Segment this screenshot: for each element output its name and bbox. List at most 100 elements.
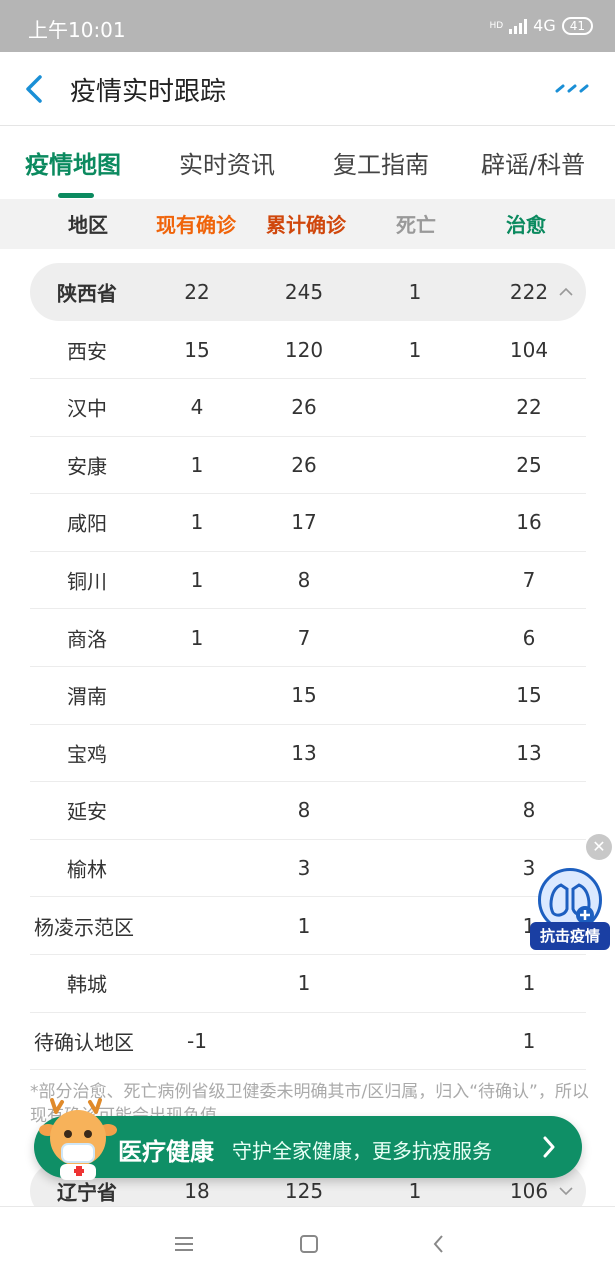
city-total: 26 <box>291 395 317 420</box>
tab-epidemic-map[interactable]: 疫情地图 <box>25 145 121 180</box>
header-death: 死亡 <box>396 213 436 237</box>
city-name: 西安 <box>67 339 107 363</box>
tab-realtime-news[interactable]: 实时资讯 <box>179 145 275 180</box>
table-row: 渭南 15 15 <box>30 667 586 725</box>
page-title: 疫情实时跟踪 <box>70 77 227 107</box>
signal-icon <box>509 18 528 34</box>
city-total: 17 <box>291 510 317 535</box>
header-total: 累计确诊 <box>266 213 346 237</box>
tab-active-indicator <box>58 193 94 198</box>
city-current: 1 <box>190 510 204 535</box>
table-row: 宝鸡 13 13 <box>30 724 586 783</box>
province-cured: 222 <box>509 280 549 304</box>
city-cured: 25 <box>516 452 542 477</box>
city-name: 汉中 <box>67 396 107 421</box>
province-total: 245 <box>284 280 324 304</box>
province-death: 1 <box>408 280 422 304</box>
table-row: 铜川 1 8 7 <box>30 551 586 610</box>
badge-label: 抗击疫情 <box>530 922 610 950</box>
city-cured: 104 <box>509 337 549 362</box>
province-current: 18 <box>184 1179 210 1203</box>
fight-epidemic-badge[interactable]: 抗击疫情 <box>530 868 610 952</box>
city-cured: 22 <box>516 395 542 420</box>
city-current: -1 <box>187 1028 207 1053</box>
more-icon[interactable] <box>555 82 591 94</box>
title-bar: 疫情实时跟踪 <box>0 52 615 126</box>
deer-mascot-icon <box>39 1098 117 1180</box>
city-current: 4 <box>190 395 204 420</box>
city-cured: 1 <box>522 971 536 996</box>
province-name: 陕西省 <box>57 281 117 306</box>
table-row: 西安 15 120 1 104 <box>30 321 586 379</box>
home-icon[interactable] <box>296 1231 322 1257</box>
table-row: 韩城 1 1 <box>30 955 586 1013</box>
city-cured: 6 <box>522 625 536 650</box>
city-total: 1 <box>297 913 311 938</box>
city-name: 榆林 <box>67 857 107 882</box>
city-current: 1 <box>190 625 204 650</box>
city-name: 杨凌示范区 <box>34 915 134 939</box>
city-name: 安康 <box>67 454 107 479</box>
table-row: 安康 1 26 25 <box>30 436 586 495</box>
header-current: 现有确诊 <box>156 213 236 237</box>
city-current: 15 <box>184 337 210 362</box>
city-name: 渭南 <box>67 684 107 709</box>
city-total: 13 <box>291 740 317 765</box>
back-icon[interactable] <box>426 1231 452 1257</box>
status-right: HD 4G 41 <box>489 16 593 35</box>
province-cured: 106 <box>509 1179 549 1203</box>
chevron-up-icon[interactable] <box>558 287 574 297</box>
city-name: 商洛 <box>67 627 107 651</box>
city-cured: 16 <box>516 510 542 535</box>
close-icon[interactable]: ✕ <box>586 834 612 860</box>
city-name: 延安 <box>67 799 107 824</box>
table-row: 待确认地区 -1 1 <box>30 1012 586 1071</box>
city-cured: 15 <box>516 683 542 708</box>
province-death: 1 <box>408 1179 422 1203</box>
battery-level: 41 <box>569 18 585 33</box>
table-row: 商洛 1 7 6 <box>30 609 586 667</box>
tab-bar: 疫情地图 实时资讯 复工指南 辟谣/科普 <box>0 127 615 199</box>
status-time: 上午10:01 <box>28 18 126 42</box>
city-current: 1 <box>190 567 204 592</box>
city-death: 1 <box>408 337 422 362</box>
city-total: 1 <box>297 971 311 996</box>
status-bar: 上午10:01 HD 4G 41 <box>0 0 615 52</box>
city-total: 8 <box>297 798 311 823</box>
city-total: 26 <box>291 452 317 477</box>
table-row: 延安 8 8 <box>30 782 586 840</box>
city-total: 15 <box>291 683 317 708</box>
network-type: 4G <box>533 16 556 35</box>
city-name: 铜川 <box>67 569 107 594</box>
banner-title: 医疗健康 <box>118 1138 214 1166</box>
back-arrow-icon[interactable] <box>22 74 48 104</box>
banner-subtitle: 守护全家健康，更多抗疫服务 <box>232 1139 492 1163</box>
city-cured: 8 <box>522 798 536 823</box>
table-header: 地区 现有确诊 累计确诊 死亡 治愈 <box>0 199 615 249</box>
city-name: 宝鸡 <box>67 742 107 767</box>
hd-indicator: HD <box>489 20 504 31</box>
city-total: 3 <box>297 855 311 880</box>
city-name: 咸阳 <box>67 511 107 536</box>
tab-resume-work-guide[interactable]: 复工指南 <box>333 145 429 180</box>
battery-icon: 41 <box>561 16 593 35</box>
province-row-shaanxi[interactable]: 陕西省 22 245 1 222 <box>30 263 586 321</box>
city-total: 7 <box>297 625 311 650</box>
table-row: 榆林 3 3 <box>30 839 586 898</box>
header-region: 地区 <box>68 213 108 237</box>
header-cured: 治愈 <box>506 213 546 237</box>
city-cured: 13 <box>516 740 542 765</box>
city-name: 待确认地区 <box>34 1030 134 1055</box>
city-name: 韩城 <box>67 972 107 997</box>
city-total: 120 <box>284 337 324 362</box>
province-total: 125 <box>284 1179 324 1203</box>
chevron-right-icon <box>543 1136 555 1158</box>
city-cured: 1 <box>522 1028 536 1053</box>
city-total: 8 <box>297 567 311 592</box>
table-row: 咸阳 1 17 16 <box>30 494 586 552</box>
menu-icon[interactable] <box>171 1231 197 1257</box>
chevron-down-icon[interactable] <box>558 1186 574 1196</box>
table-row: 汉中 4 26 22 <box>30 379 586 437</box>
tab-rumor-science[interactable]: 辟谣/科普 <box>481 145 585 180</box>
city-current: 1 <box>190 452 204 477</box>
